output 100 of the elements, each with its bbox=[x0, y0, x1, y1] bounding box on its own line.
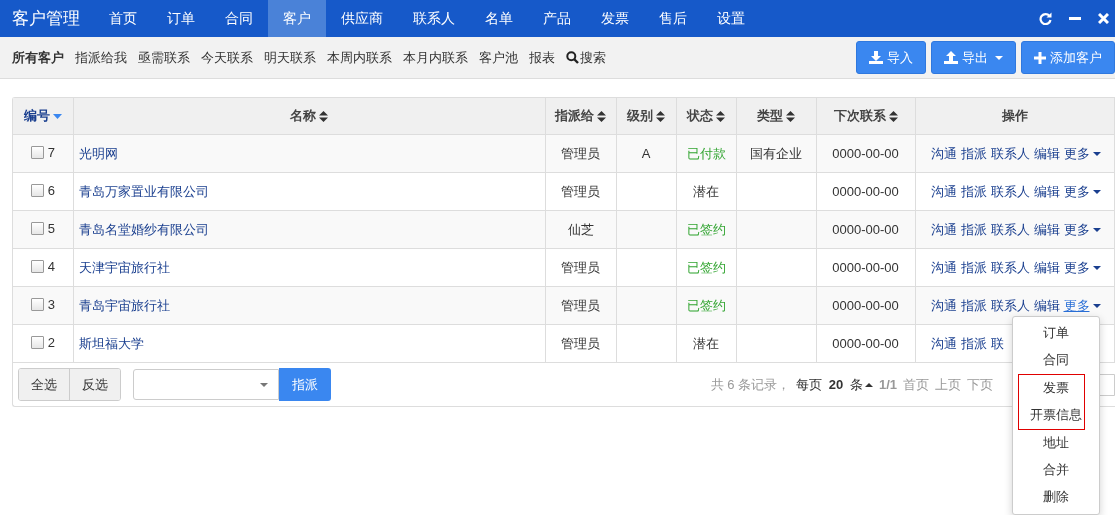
customer-name-link[interactable]: 青岛万家置业有限公司 bbox=[78, 183, 209, 199]
action-link[interactable]: 指派 bbox=[960, 182, 987, 201]
status-text: 潜在 bbox=[693, 335, 719, 351]
assignee-select[interactable] bbox=[133, 369, 279, 400]
sort-icon bbox=[716, 110, 725, 122]
menu-item[interactable]: 开票信息 bbox=[1019, 402, 1093, 429]
nav-tab[interactable]: 售后 bbox=[644, 0, 702, 37]
action-link[interactable]: 沟通 bbox=[930, 182, 957, 201]
nav-tab[interactable]: 合同 bbox=[210, 0, 268, 37]
action-link[interactable]: 联 bbox=[990, 334, 1004, 353]
row-checkbox[interactable] bbox=[30, 222, 44, 235]
status-text: 已签约 bbox=[686, 259, 726, 275]
select-all-button[interactable]: 全选 bbox=[19, 369, 69, 400]
row-checkbox[interactable] bbox=[30, 298, 44, 311]
filter-link[interactable]: 今天联系 bbox=[201, 48, 253, 67]
assign-button[interactable]: 指派 bbox=[279, 368, 331, 401]
menu-item[interactable]: 地址 bbox=[1013, 430, 1099, 457]
nav-tab[interactable]: 联系人 bbox=[398, 0, 470, 37]
action-link[interactable]: 编辑 bbox=[1033, 296, 1060, 315]
filter-link[interactable]: 本月内联系 bbox=[403, 48, 468, 67]
caret-icon bbox=[1092, 189, 1101, 194]
menu-item[interactable]: 删除 bbox=[1013, 484, 1099, 511]
sort-icon bbox=[786, 110, 795, 122]
action-link[interactable]: 沟通 bbox=[930, 144, 957, 163]
add-button[interactable]: 添加客户 bbox=[1021, 41, 1115, 74]
customer-name-link[interactable]: 斯坦福大学 bbox=[78, 335, 144, 351]
nav-tab[interactable]: 首页 bbox=[94, 0, 152, 37]
date-text: 0000-00-00 bbox=[832, 336, 899, 351]
column-header[interactable]: 名称 bbox=[290, 107, 328, 125]
row-checkbox[interactable] bbox=[30, 336, 44, 349]
import-button[interactable]: 导入 bbox=[856, 41, 926, 74]
action-link[interactable]: 指派 bbox=[960, 296, 987, 315]
filter-link[interactable]: 明天联系 bbox=[264, 48, 316, 67]
action-link[interactable]: 指派 bbox=[960, 258, 987, 277]
nav-tab[interactable]: 名单 bbox=[470, 0, 528, 37]
more-link[interactable]: 更多 bbox=[1063, 258, 1101, 277]
action-link[interactable]: 联系人 bbox=[990, 144, 1030, 163]
filter-link[interactable]: 本周内联系 bbox=[327, 48, 392, 67]
row-checkbox[interactable] bbox=[30, 260, 44, 273]
assignee-text: 仙芝 bbox=[567, 221, 594, 237]
nav-tab[interactable]: 客户 bbox=[268, 0, 326, 37]
customer-name-link[interactable]: 青岛名堂婚纱有限公司 bbox=[78, 221, 209, 237]
status-text: 已签约 bbox=[686, 221, 726, 237]
action-link[interactable]: 沟通 bbox=[930, 296, 957, 315]
action-link[interactable]: 沟通 bbox=[930, 334, 957, 353]
date-text: 0000-00-00 bbox=[832, 184, 899, 199]
caret-icon bbox=[1092, 227, 1101, 232]
row-number: 4 bbox=[47, 259, 55, 274]
more-link[interactable]: 更多 bbox=[1063, 182, 1101, 201]
customer-name-link[interactable]: 青岛宇宙旅行社 bbox=[78, 297, 170, 313]
date-text: 0000-00-00 bbox=[832, 222, 899, 237]
assignee-text: 管理员 bbox=[561, 335, 600, 351]
caret-icon bbox=[1092, 151, 1101, 156]
action-link[interactable]: 编辑 bbox=[1033, 258, 1060, 277]
action-link[interactable]: 编辑 bbox=[1033, 220, 1060, 239]
nav-tab[interactable]: 订单 bbox=[152, 0, 210, 37]
action-link[interactable]: 联系人 bbox=[990, 296, 1030, 315]
action-link[interactable]: 指派 bbox=[960, 220, 987, 239]
filter-link[interactable]: 亟需联系 bbox=[138, 48, 190, 67]
close-icon[interactable] bbox=[1098, 13, 1109, 24]
sort-icon bbox=[319, 110, 328, 122]
menu-item[interactable]: 合并 bbox=[1013, 457, 1099, 484]
action-link[interactable]: 指派 bbox=[960, 334, 987, 353]
upload-icon bbox=[944, 51, 958, 64]
nav-tab[interactable]: 发票 bbox=[586, 0, 644, 37]
menu-item[interactable]: 合同 bbox=[1013, 347, 1099, 374]
more-link[interactable]: 更多 bbox=[1063, 144, 1101, 163]
action-link[interactable]: 联系人 bbox=[990, 220, 1030, 239]
type-text: 国有企业 bbox=[750, 145, 802, 161]
filter-link[interactable]: 所有客户 bbox=[12, 48, 64, 67]
row-checkbox[interactable] bbox=[30, 184, 44, 197]
action-link[interactable]: 联系人 bbox=[990, 182, 1030, 201]
filter-link[interactable]: 指派给我 bbox=[75, 48, 127, 67]
nav-tab[interactable]: 产品 bbox=[528, 0, 586, 37]
refresh-icon[interactable] bbox=[1039, 12, 1052, 25]
export-button[interactable]: 导出 bbox=[931, 41, 1016, 74]
action-link[interactable]: 沟通 bbox=[930, 220, 957, 239]
nav-tab[interactable]: 设置 bbox=[702, 0, 760, 37]
menu-item[interactable]: 发票 bbox=[1019, 375, 1093, 402]
action-link[interactable]: 指派 bbox=[960, 144, 987, 163]
page-count: 1/1 bbox=[878, 377, 897, 392]
action-link[interactable]: 编辑 bbox=[1033, 182, 1060, 201]
page-size-selector[interactable]: 每页 20 条 bbox=[796, 375, 873, 394]
nav-tab[interactable]: 供应商 bbox=[326, 0, 398, 37]
filter-link[interactable]: 报表 bbox=[529, 48, 555, 67]
filter-link[interactable]: 搜索 bbox=[566, 48, 606, 67]
action-link[interactable]: 编辑 bbox=[1033, 144, 1060, 163]
invert-selection-button[interactable]: 反选 bbox=[69, 369, 120, 400]
action-link[interactable]: 沟通 bbox=[930, 258, 957, 277]
filter-link[interactable]: 客户池 bbox=[479, 48, 518, 67]
row-checkbox[interactable] bbox=[30, 146, 44, 159]
customer-name-link[interactable]: 天津宇宙旅行社 bbox=[78, 259, 170, 275]
row-number: 5 bbox=[47, 221, 55, 236]
more-link[interactable]: 更多 bbox=[1063, 220, 1101, 239]
more-link[interactable]: 更多 bbox=[1063, 296, 1101, 315]
row-number: 2 bbox=[47, 335, 55, 350]
customer-name-link[interactable]: 光明网 bbox=[78, 145, 118, 161]
sort-icon bbox=[597, 110, 606, 122]
action-link[interactable]: 联系人 bbox=[990, 258, 1030, 277]
menu-item[interactable]: 订单 bbox=[1013, 320, 1099, 347]
